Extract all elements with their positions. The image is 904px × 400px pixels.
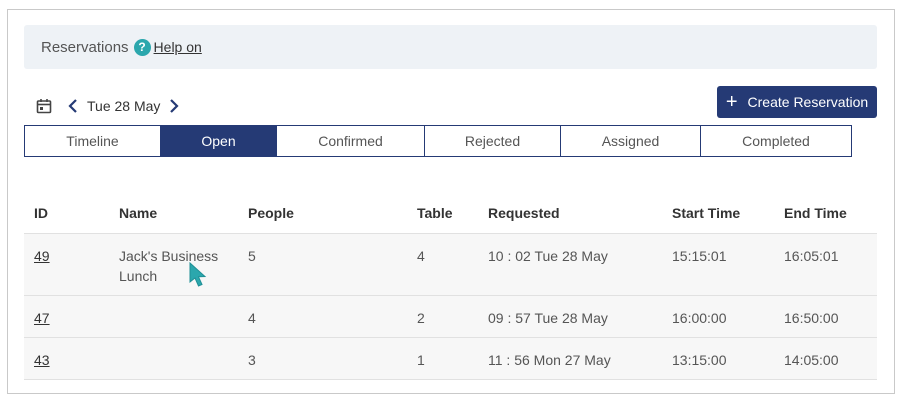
table-row[interactable]: 47 4 2 09 : 57 Tue 28 May 16:00:00 16:50…: [24, 295, 877, 337]
reservation-start-time: 15:15:01: [672, 248, 727, 264]
reservation-start-time: 13:15:00: [672, 352, 727, 368]
tab-label: Assigned: [601, 133, 660, 149]
reservation-requested: 09 : 57 Tue 28 May: [488, 310, 608, 326]
reservation-table-number: 4: [417, 248, 425, 264]
reservations-table: ID Name People Table Requested Start Tim…: [24, 192, 877, 380]
calendar-icon[interactable]: [36, 98, 52, 114]
column-header-end-time: End Time: [784, 205, 847, 221]
help-link[interactable]: Help on: [154, 39, 202, 55]
tab-completed[interactable]: Completed: [700, 125, 852, 157]
reservation-id-link[interactable]: 49: [34, 246, 50, 266]
column-header-start-time: Start Time: [672, 205, 741, 221]
tab-label: Open: [201, 133, 236, 149]
reservation-id-link[interactable]: 43: [34, 350, 50, 370]
tab-label: Timeline: [66, 133, 119, 149]
reservation-people: 5: [248, 248, 256, 264]
tab-rejected[interactable]: Rejected: [424, 125, 561, 157]
mouse-pointer-icon: [189, 262, 207, 287]
table-row[interactable]: 49 Jack's Business Lunch 5 4 10 : 02 Tue…: [24, 233, 877, 295]
tab-label: Confirmed: [318, 133, 383, 149]
reservation-id-link[interactable]: 47: [34, 308, 50, 328]
tab-label: Rejected: [464, 133, 521, 149]
table-header-row: ID Name People Table Requested Start Tim…: [24, 192, 877, 233]
reservation-end-time: 16:50:00: [784, 310, 839, 326]
column-header-id: ID: [34, 205, 48, 221]
chevron-left-icon[interactable]: [67, 98, 79, 114]
page-title: Reservations: [41, 38, 129, 56]
reservation-requested: 10 : 02 Tue 28 May: [488, 248, 608, 264]
column-header-requested: Requested: [488, 205, 560, 221]
help-icon[interactable]: ?: [133, 38, 151, 56]
reservation-start-time: 16:00:00: [672, 310, 727, 326]
reservation-people: 3: [248, 352, 256, 368]
table-row[interactable]: 43 3 1 11 : 56 Mon 27 May 13:15:00 14:05…: [24, 337, 877, 379]
tab-open[interactable]: Open: [160, 125, 277, 157]
reservation-table-number: 2: [417, 310, 425, 326]
status-tabs: Timeline Open Confirmed Rejected Assigne…: [24, 125, 852, 157]
chevron-right-icon[interactable]: [168, 98, 180, 114]
column-header-table: Table: [417, 205, 453, 221]
plus-icon: +: [725, 91, 738, 113]
tab-assigned[interactable]: Assigned: [560, 125, 701, 157]
reservation-people: 4: [248, 310, 256, 326]
column-header-name: Name: [119, 205, 158, 221]
current-date: Tue 28 May: [87, 98, 161, 114]
reservation-name-line2: Lunch: [119, 268, 158, 284]
reservation-requested: 11 : 56 Mon 27 May: [488, 352, 611, 368]
create-reservation-button[interactable]: + Create Reservation: [717, 86, 877, 118]
reservation-end-time: 16:05:01: [784, 248, 839, 264]
tab-confirmed[interactable]: Confirmed: [276, 125, 425, 157]
reservations-header: Reservations ? Help on: [24, 25, 877, 69]
reservation-table-number: 1: [417, 352, 425, 368]
create-reservation-label: Create Reservation: [747, 94, 869, 110]
reservation-end-time: 14:05:00: [784, 352, 839, 368]
column-header-people: People: [248, 205, 294, 221]
tab-label: Completed: [742, 133, 810, 149]
date-navigator: Tue 28 May: [36, 95, 180, 117]
tab-timeline[interactable]: Timeline: [24, 125, 161, 157]
